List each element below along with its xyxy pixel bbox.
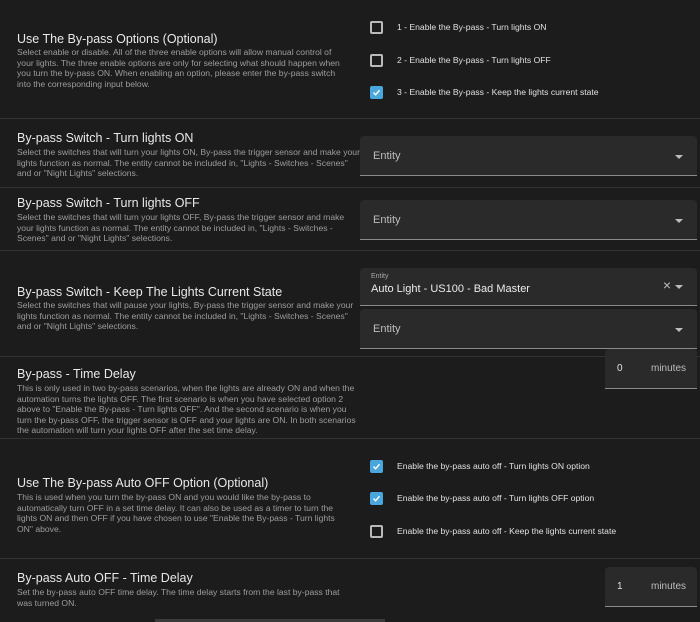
switch-keep-description: Select the switches that will pause your…	[17, 300, 354, 332]
time-delay-section: By-pass - Time Delay This is only used i…	[0, 356, 700, 438]
auto-off-options-section: Use The By-pass Auto OFF Option (Optiona…	[0, 438, 700, 558]
chevron-down-icon[interactable]	[675, 155, 683, 159]
auto-off-option-3-label: Enable the by-pass auto off - Keep the l…	[397, 526, 617, 536]
checkbox-auto-off-3[interactable]	[370, 524, 383, 538]
time-delay-unit: minutes	[650, 363, 686, 374]
auto-off-option-3[interactable]: Enable the by-pass auto off - Keep the l…	[370, 521, 616, 541]
check-icon	[373, 89, 381, 96]
time-delay-value: 0	[617, 363, 623, 374]
auto-off-delay-section: By-pass Auto OFF - Time Delay Set the by…	[0, 558, 700, 622]
time-delay-input[interactable]: 0 minutes	[605, 349, 697, 389]
checkbox-option-2[interactable]	[370, 53, 383, 67]
switch-off-entity-picker[interactable]: Entity	[360, 200, 697, 240]
switch-keep-selected-label: Entity	[371, 273, 389, 280]
switch-keep-selected-value: Auto Light - US100 - Bad Master	[371, 283, 530, 295]
switch-on-entity-picker[interactable]: Entity	[360, 136, 697, 176]
auto-off-option-1-label: Enable the by-pass auto off - Turn light…	[397, 461, 590, 471]
auto-off-options-title: Use The By-pass Auto OFF Option (Optiona…	[17, 476, 269, 490]
time-delay-title: By-pass - Time Delay	[17, 367, 136, 381]
switch-on-title: By-pass Switch - Turn lights ON	[17, 131, 194, 145]
bypass-option-1-label: 1 - Enable the By-pass - Turn lights ON	[397, 22, 547, 32]
switch-keep-entity-picker[interactable]: Entity	[360, 309, 697, 349]
auto-off-option-2-label: Enable the by-pass auto off - Turn light…	[397, 493, 595, 503]
auto-off-delay-description: Set the by-pass auto OFF time delay. The…	[17, 587, 340, 608]
auto-off-delay-title: By-pass Auto OFF - Time Delay	[17, 571, 193, 585]
bypass-option-2-label: 2 - Enable the By-pass - Turn lights OFF	[397, 55, 551, 65]
auto-off-option-2[interactable]: Enable the by-pass auto off - Turn light…	[370, 488, 594, 508]
bypass-options-section: Use The By-pass Options (Optional) Selec…	[0, 0, 700, 118]
chevron-down-icon[interactable]	[675, 285, 683, 289]
switch-keep-entity-placeholder: Entity	[373, 323, 401, 335]
auto-off-options-description: This is used when you turn the by-pass O…	[17, 492, 335, 534]
chevron-down-icon[interactable]	[675, 219, 683, 223]
switch-off-entity-placeholder: Entity	[373, 214, 401, 226]
auto-off-delay-value: 1	[617, 581, 623, 592]
switch-on-description: Select the switches that will turn your …	[17, 147, 360, 179]
auto-off-delay-input[interactable]: 1 minutes	[605, 567, 697, 607]
bypass-options-description: Select enable or disable. All of the thr…	[17, 47, 340, 89]
check-icon	[373, 495, 381, 502]
bypass-option-3[interactable]: 3 - Enable the By-pass - Keep the lights…	[370, 82, 599, 102]
switch-off-title: By-pass Switch - Turn lights OFF	[17, 196, 200, 210]
auto-off-option-1[interactable]: Enable the by-pass auto off - Turn light…	[370, 456, 590, 476]
switch-keep-selected-entity[interactable]: Entity Auto Light - US100 - Bad Master ×	[360, 268, 697, 306]
switch-on-entity-placeholder: Entity	[373, 150, 401, 162]
bypass-option-3-label: 3 - Enable the By-pass - Keep the lights…	[397, 87, 599, 97]
chevron-down-icon[interactable]	[675, 328, 683, 332]
bypass-option-2[interactable]: 2 - Enable the By-pass - Turn lights OFF	[370, 50, 551, 70]
auto-off-delay-unit: minutes	[650, 581, 686, 592]
bypass-options-title: Use The By-pass Options (Optional)	[17, 32, 218, 46]
close-icon[interactable]: ×	[663, 278, 671, 292]
checkbox-option-3[interactable]	[370, 85, 383, 99]
switch-off-description: Select the switches that will turn your …	[17, 212, 345, 244]
switch-keep-title: By-pass Switch - Keep The Lights Current…	[17, 285, 283, 299]
bypass-option-1[interactable]: 1 - Enable the By-pass - Turn lights ON	[370, 17, 547, 37]
time-delay-description: This is only used in two by-pass scenari…	[17, 383, 356, 436]
check-icon	[373, 463, 381, 470]
checkbox-auto-off-2[interactable]	[370, 491, 383, 505]
checkbox-auto-off-1[interactable]	[370, 459, 383, 473]
checkbox-option-1[interactable]	[370, 20, 383, 34]
